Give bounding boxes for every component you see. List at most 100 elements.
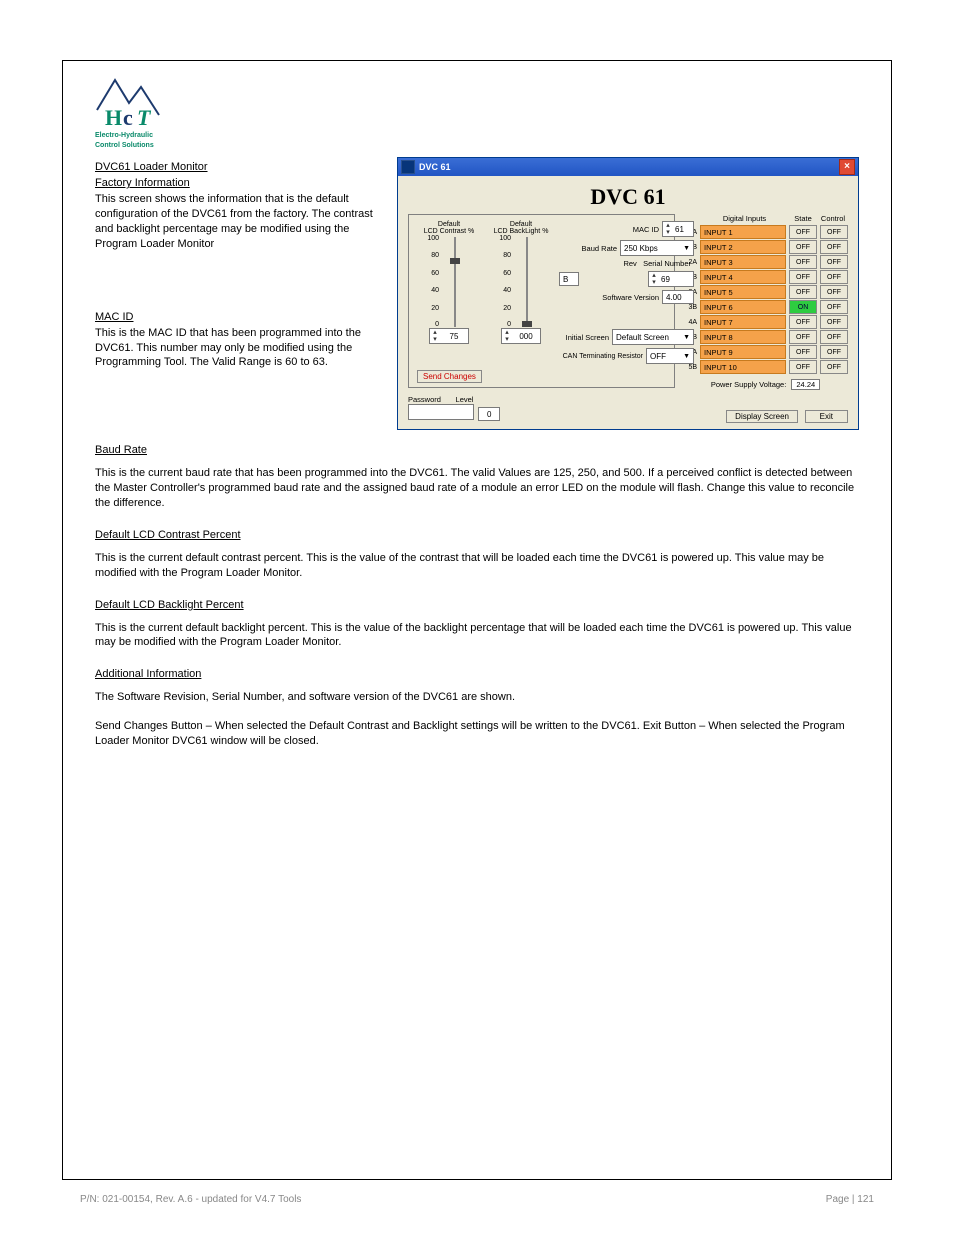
macid-spinner[interactable]: ▴▾61 [662, 221, 694, 237]
logo-tagline-2: Control Solutions [95, 142, 170, 150]
di-control-button[interactable]: OFF [820, 300, 848, 314]
close-icon[interactable]: × [839, 159, 855, 175]
para-factory-info: This screen shows the information that i… [95, 192, 382, 251]
psv-value: 24.24 [791, 379, 820, 390]
digital-input-row: 5BINPUT 10OFFOFF [683, 360, 848, 374]
company-logo: H c T Electro-Hydraulic Control Solution… [95, 75, 170, 149]
display-screen-button[interactable]: Display Screen [726, 410, 798, 423]
di-control-button[interactable]: OFF [820, 285, 848, 299]
di-control-button[interactable]: OFF [820, 360, 848, 374]
digital-input-row: 4AINPUT 7OFFOFF [683, 315, 848, 329]
di-name-field[interactable]: INPUT 7 [700, 315, 786, 329]
di-name-field[interactable]: INPUT 10 [700, 360, 786, 374]
contrast-label-2: LCD Contrast % [417, 228, 481, 235]
di-state-button[interactable]: ON [789, 300, 817, 314]
digital-input-row: 3BINPUT 6ONOFF [683, 300, 848, 314]
backlight-label-2: LCD BackLight % [489, 228, 553, 235]
rev-field[interactable]: B [559, 272, 579, 286]
backlight-spinner[interactable]: ▴▾000 [501, 328, 541, 344]
heading-dvc61-loader-monitor: DVC61 Loader Monitor [95, 161, 382, 173]
digital-input-row: 2AINPUT 3OFFOFF [683, 255, 848, 269]
digital-input-row: 1BINPUT 2OFFOFF [683, 240, 848, 254]
baud-label: Baud Rate [559, 244, 620, 253]
digital-inputs-panel: Digital Inputs State Control 1AINPUT 1OF… [683, 214, 848, 389]
di-state-button[interactable]: OFF [789, 255, 817, 269]
di-control-button[interactable]: OFF [820, 255, 848, 269]
di-name-field[interactable]: INPUT 8 [700, 330, 786, 344]
para-backlight-pct: This is the current default backlight pe… [95, 621, 859, 651]
initscreen-combo[interactable]: Default Screen▼ [612, 329, 694, 345]
swver-label: Software Version [559, 293, 662, 302]
di-state-button[interactable]: OFF [789, 285, 817, 299]
svg-text:H: H [105, 105, 122, 130]
contrast-spinner[interactable]: ▴▾75 [429, 328, 469, 344]
svg-text:c: c [123, 105, 133, 130]
di-header-state: State [788, 214, 818, 223]
digital-input-row: 2BINPUT 4OFFOFF [683, 270, 848, 284]
di-state-button[interactable]: OFF [789, 345, 817, 359]
dvc61-window: DVC 61 × DVC 61 Default [397, 157, 859, 430]
di-control-button[interactable]: OFF [820, 330, 848, 344]
di-name-field[interactable]: INPUT 9 [700, 345, 786, 359]
password-label: Password [408, 395, 441, 404]
window-title: DVC 61 [419, 162, 451, 172]
window-titlebar[interactable]: DVC 61 × [398, 158, 858, 176]
di-control-button[interactable]: OFF [820, 240, 848, 254]
canterm-combo[interactable]: OFF▼ [646, 348, 694, 364]
password-input[interactable] [408, 404, 474, 420]
para-contrast-pct: This is the current default contrast per… [95, 551, 859, 581]
di-state-button[interactable]: OFF [789, 360, 817, 374]
di-state-button[interactable]: OFF [789, 330, 817, 344]
di-state-button[interactable]: OFF [789, 315, 817, 329]
send-changes-button[interactable]: Send Changes [417, 370, 482, 383]
canterm-label: CAN Terminating Resistor [559, 353, 646, 360]
heading-mac-id: MAC ID [95, 311, 382, 323]
di-name-field[interactable]: INPUT 6 [700, 300, 786, 314]
digital-input-row: 4BINPUT 8OFFOFF [683, 330, 848, 344]
initscreen-label: Initial Screen [559, 333, 612, 342]
contrast-slider[interactable]: 100 80 60 40 20 0 [439, 237, 459, 327]
heading-backlight-pct: Default LCD Backlight Percent [95, 599, 859, 611]
logo-tagline-1: Electro-Hydraulic [95, 132, 170, 140]
digital-input-row: 5AINPUT 9OFFOFF [683, 345, 848, 359]
para-baud-rate: This is the current baud rate that has b… [95, 466, 859, 511]
exit-button[interactable]: Exit [805, 410, 848, 423]
di-state-button[interactable]: OFF [789, 225, 817, 239]
heading-factory-info: Factory Information [95, 177, 382, 189]
di-name-field[interactable]: INPUT 3 [700, 255, 786, 269]
level-value: 0 [478, 407, 500, 421]
swver-field: 4.00 [662, 290, 694, 304]
di-state-button[interactable]: OFF [789, 270, 817, 284]
heading-baud-rate: Baud Rate [95, 444, 382, 456]
backlight-slider[interactable]: 100 80 60 40 20 0 [511, 237, 531, 327]
macid-label: MAC ID [559, 225, 662, 234]
backlight-label-1: Default [489, 221, 553, 228]
di-header-control: Control [818, 214, 848, 223]
para-mac-id: This is the MAC ID that has been program… [95, 326, 382, 371]
svg-text:T: T [137, 105, 152, 130]
di-state-button[interactable]: OFF [789, 240, 817, 254]
footer-right: Page | 121 [826, 1194, 874, 1205]
di-header-inputs: Digital Inputs [701, 214, 788, 223]
di-name-field[interactable]: INPUT 1 [700, 225, 786, 239]
di-control-button[interactable]: OFF [820, 270, 848, 284]
config-panel: Default LCD Contrast % 100 80 60 [408, 214, 675, 388]
di-name-field[interactable]: INPUT 4 [700, 270, 786, 284]
heading-additional-info: Additional Information [95, 668, 859, 680]
app-header: DVC 61 [408, 184, 848, 210]
digital-input-row: 1AINPUT 1OFFOFF [683, 225, 848, 239]
footer-left: P/N: 021-00154, Rev. A.6 - updated for V… [80, 1194, 301, 1205]
di-control-button[interactable]: OFF [820, 315, 848, 329]
serial-spinner[interactable]: ▴▾69 [648, 271, 694, 287]
di-name-field[interactable]: INPUT 2 [700, 240, 786, 254]
di-control-button[interactable]: OFF [820, 345, 848, 359]
di-name-field[interactable]: INPUT 5 [700, 285, 786, 299]
di-control-button[interactable]: OFF [820, 225, 848, 239]
level-label: Level [456, 395, 474, 404]
para-additional-1: The Software Revision, Serial Number, an… [95, 690, 859, 705]
para-additional-2: Send Changes Button – When selected the … [95, 719, 859, 749]
baud-combo[interactable]: 250 Kbps▼ [620, 240, 694, 256]
psv-label: Power Supply Voltage: [711, 380, 786, 389]
app-icon [401, 160, 415, 174]
digital-input-row: 3AINPUT 5OFFOFF [683, 285, 848, 299]
